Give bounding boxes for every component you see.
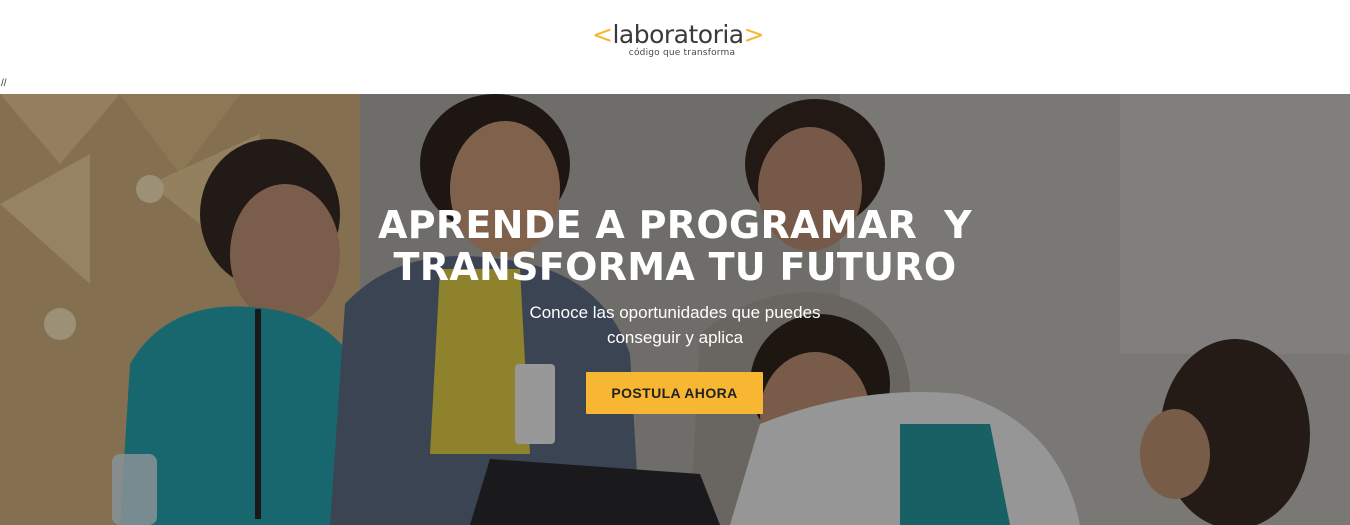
laboratoria-logo[interactable]: <laboratoria> código que transforma: [592, 20, 765, 64]
hero-title-line-2: TRANSFORMA TU FUTURO: [393, 245, 957, 289]
logo-bracket-right: >: [743, 20, 765, 49]
hero-title-line-1: APRENDE A PROGRAMAR Y: [378, 203, 972, 247]
stray-comment-text: //: [1, 78, 7, 89]
hero-subtitle-line-2: conseguir y aplica: [606, 328, 744, 347]
logo-wordmark-text: laboratoria: [612, 20, 744, 49]
hero-section: APRENDE A PROGRAMAR Y TRANSFORMA TU FUTU…: [0, 94, 1350, 525]
hero-title: APRENDE A PROGRAMAR Y TRANSFORMA TU FUTU…: [300, 204, 1050, 288]
hero-subtitle: Conoce las oportunidades que puedes cons…: [450, 300, 900, 350]
site-header: <laboratoria> código que transforma: [0, 0, 1350, 80]
logo-wordmark: <laboratoria>: [592, 20, 765, 50]
postula-ahora-button[interactable]: POSTULA AHORA: [586, 372, 763, 414]
hero-subtitle-line-1: Conoce las oportunidades que puedes: [529, 303, 821, 322]
logo-bracket-left: <: [592, 20, 613, 49]
